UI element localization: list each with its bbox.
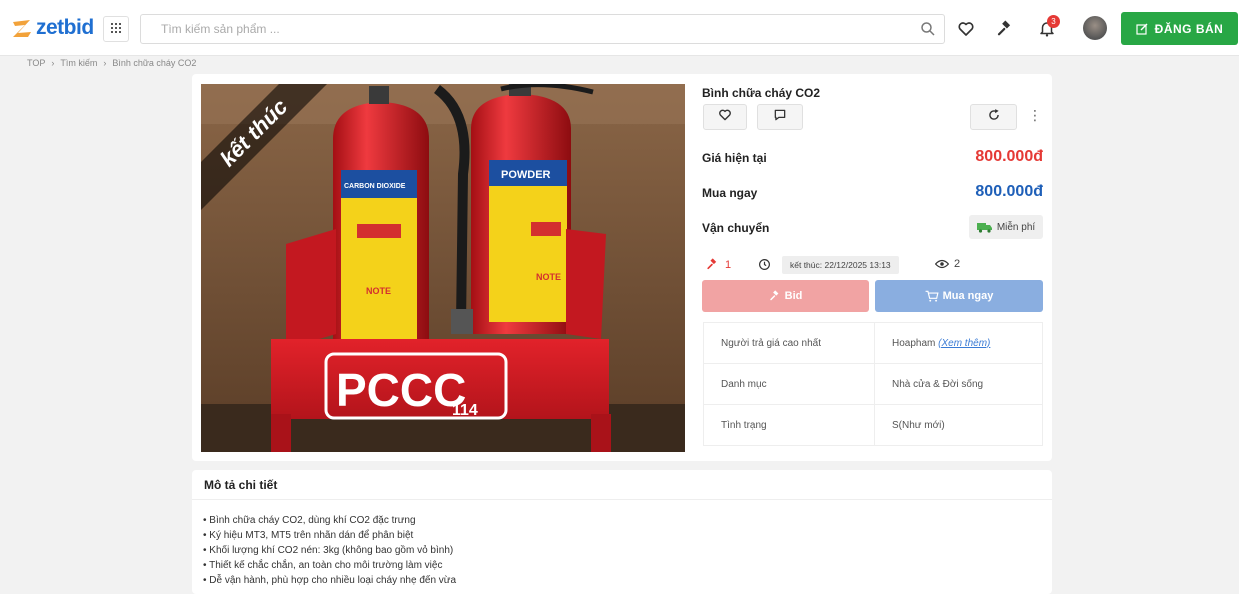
gavel-icon [706,258,719,271]
stand-number: 114 [452,402,478,419]
refresh-icon [987,108,1001,127]
info-label: Tình trạng [703,404,875,446]
list-item: • Khối lượng khí CO2 nén: 3kg (không bao… [203,545,454,556]
comment-icon [773,108,787,127]
bid-count: 1 [706,258,731,271]
sell-button[interactable]: ĐĂNG BÁN [1121,12,1238,45]
end-time: kết thúc: 22/12/2025 13:13 [782,256,899,274]
breadcrumb-current: Bình chữa cháy CO2 [112,58,197,68]
truck-icon [976,221,993,233]
breadcrumb-search[interactable]: Tìm kiếm [60,58,97,68]
condition-value: S(Như mới) [874,404,1043,446]
current-price-label: Giá hiện tại [702,151,767,165]
ended-ribbon-text: kết thúc [201,84,331,213]
breadcrumb: TOP › Tìm kiếm › Bình chữa cháy CO2 [27,58,196,68]
current-price: 800.000đ [975,148,1043,165]
ended-ribbon: kết thúc [201,84,331,214]
note-label-left: NOTE [366,286,391,296]
stand-text: PCCC [336,364,466,416]
info-value: Hoapham (Xem thêm) [874,322,1043,364]
shipping-badge: Miễn phí [969,215,1043,239]
buy-now-price: 800.000đ [975,183,1043,200]
view-count-value: 2 [954,258,961,270]
sell-button-label: ĐĂNG BÁN [1154,21,1224,36]
table-row: Người trả giá cao nhất Hoapham (Xem thêm… [703,322,1043,364]
highest-bidder: Hoapham [892,337,936,349]
list-item: • Bình chữa cháy CO2, dùng khí CO2 đặc t… [203,515,416,526]
buy-now-label: Mua ngay [702,186,758,200]
logo-mark-icon [10,16,34,40]
favorite-button[interactable] [703,104,747,130]
list-item: • Dễ vận hành, phù hợp cho nhiều loại ch… [203,575,457,586]
see-more-link[interactable]: (Xem thêm) [938,338,990,349]
shipping-label: Vận chuyển [702,221,770,235]
edit-icon [1136,23,1148,35]
search-icon[interactable] [920,21,936,37]
description-list: • Bình chữa cháy CO2, dùng khí CO2 đặc t… [203,513,456,588]
eye-icon [935,259,949,269]
avatar[interactable] [1083,16,1107,40]
breadcrumb-top[interactable]: TOP [27,58,45,68]
search-input[interactable] [141,15,881,43]
chevron-right-icon: › [103,58,107,68]
cylinder-label-right: POWDER [501,169,551,181]
product-title: Bình chữa cháy CO2 [702,86,821,100]
buy-now-button[interactable]: Mua ngay [875,280,1043,312]
more-options-icon[interactable]: ⋮ [1028,107,1042,124]
comment-button[interactable] [757,104,803,130]
notification-badge: 3 [1047,15,1060,28]
shipping-value: Miễn phí [996,221,1036,233]
search-bar [140,14,945,44]
gavel-icon[interactable] [994,18,1016,40]
list-item: • Thiết kế chắc chắn, an toàn cho môi tr… [203,560,443,571]
cart-icon [925,290,939,302]
clock-icon [758,258,771,271]
description-title: Mô tả chi tiết [204,478,278,492]
logo-text: zetbid [36,16,94,39]
category-value[interactable]: Nhà cửa & Đời sống [874,363,1043,405]
table-row: Tình trạng S(Như mới) [703,404,1043,446]
site-logo[interactable]: zetbid [10,14,94,42]
buy-button-label: Mua ngay [942,290,994,302]
category-menu-button[interactable] [103,16,129,42]
view-count: 2 [935,258,960,270]
refresh-button[interactable] [970,104,1017,130]
info-label: Người trả giá cao nhất [703,322,875,364]
heart-icon [718,108,732,127]
bid-button-label: Bid [784,290,803,302]
table-row: Danh mục Nhà cửa & Đời sống [703,363,1043,405]
divider [192,499,1052,500]
bid-count-value: 1 [725,258,732,271]
product-info-table: Người trả giá cao nhất Hoapham (Xem thêm… [703,322,1043,446]
list-item: • Ký hiệu MT3, MT5 trên nhãn dán để phân… [203,530,414,541]
info-label: Danh mục [703,363,875,405]
cylinder-label-left: CARBON DIOXIDE [344,183,406,190]
note-label-right: NOTE [536,272,561,282]
heart-icon[interactable] [955,18,977,40]
chevron-right-icon: › [51,58,55,68]
bid-button[interactable]: Bid [702,280,869,312]
product-image[interactable]: PCCC 114 CARBON DIOXIDE POWDER NOTE NOTE… [201,84,685,452]
grid-icon [111,22,121,36]
gavel-icon [769,290,781,302]
